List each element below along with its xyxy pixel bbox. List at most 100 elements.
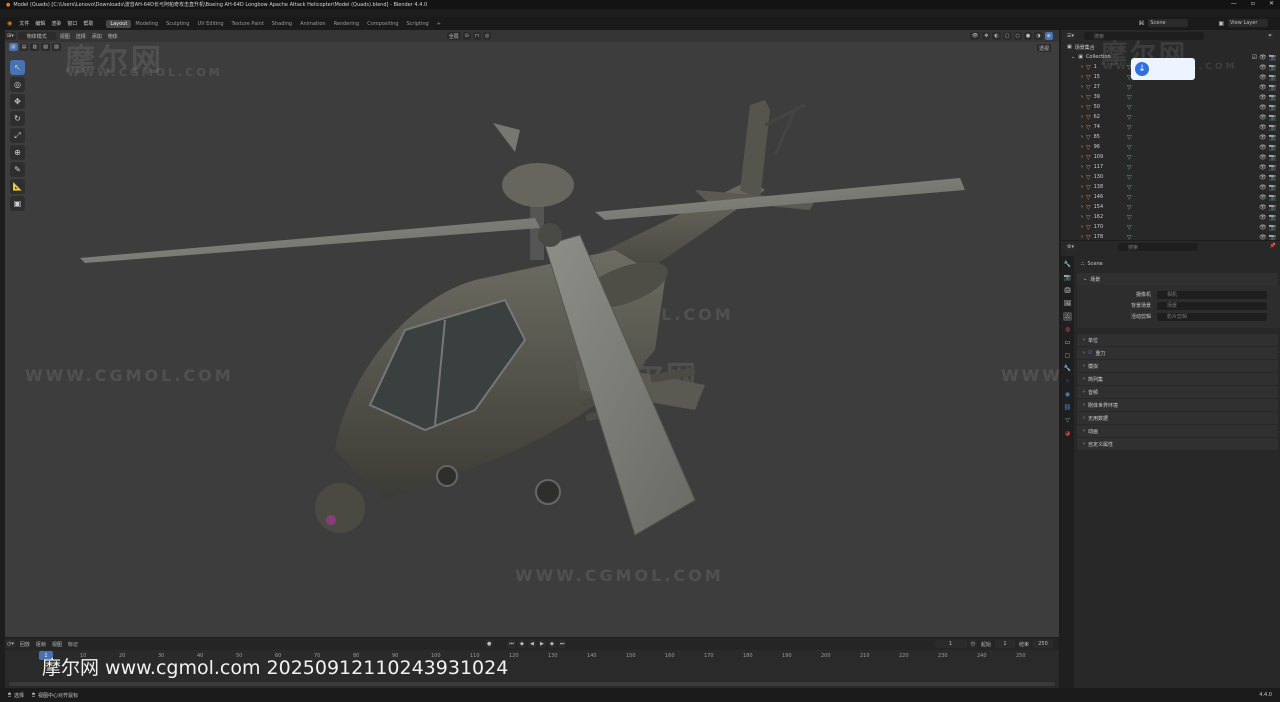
- download-icon[interactable]: ↓: [1135, 62, 1149, 76]
- chevron-right-icon[interactable]: ›: [1083, 363, 1085, 369]
- outliner-object-row[interactable]: › ▽ 138 ▽ 👁 📷: [1061, 182, 1280, 192]
- eye-icon[interactable]: 👁 📷: [1259, 224, 1276, 231]
- outliner-object-row[interactable]: › ▽ 154 ▽ 👁 📷: [1061, 202, 1280, 212]
- scene-tab-icon[interactable]: ⛬: [1063, 312, 1072, 321]
- measure-tool-icon[interactable]: 📐: [10, 179, 25, 194]
- annotate-tool-icon[interactable]: ✎: [10, 162, 25, 177]
- properties-search-input[interactable]: 搜索: [1118, 243, 1198, 251]
- pin-icon[interactable]: 📌: [1270, 243, 1276, 249]
- tab-shading[interactable]: Shading: [268, 20, 296, 28]
- property-section-header[interactable]: › ☑ 重力: [1077, 347, 1278, 359]
- particles-tab-icon[interactable]: ⁘: [1063, 377, 1072, 386]
- scale-tool-icon[interactable]: ⤢: [10, 128, 25, 143]
- outliner-object-row[interactable]: › ▽ 50 ▽ 👁 📷: [1061, 102, 1280, 112]
- chevron-right-icon[interactable]: ›: [1081, 64, 1083, 70]
- tab-animation[interactable]: Animation: [296, 20, 330, 28]
- menu-render[interactable]: 渲染: [48, 20, 64, 27]
- chevron-right-icon[interactable]: ›: [1081, 74, 1083, 80]
- menu-file[interactable]: 文件: [16, 20, 32, 27]
- property-section-header[interactable]: › 单位: [1077, 334, 1278, 346]
- chevron-right-icon[interactable]: ›: [1081, 164, 1083, 170]
- chevron-right-icon[interactable]: ›: [1081, 224, 1083, 230]
- eye-icon[interactable]: 👁 📷: [1259, 74, 1276, 81]
- eye-icon[interactable]: 👁 📷: [1259, 164, 1276, 171]
- menu-timeline-view[interactable]: 视图: [50, 640, 64, 648]
- prev-key-icon[interactable]: ◆: [517, 640, 526, 648]
- menu-edit[interactable]: 编辑: [32, 20, 48, 27]
- chevron-right-icon[interactable]: ›: [1083, 428, 1085, 434]
- tab-compositing[interactable]: Compositing: [363, 20, 402, 28]
- property-section-header[interactable]: › 简列集: [1077, 373, 1278, 385]
- background-scene-field[interactable]: 场景: [1157, 301, 1267, 310]
- chevron-right-icon[interactable]: ›: [1081, 114, 1083, 120]
- menu-playback[interactable]: 回放: [18, 640, 32, 648]
- select-tool-icon[interactable]: ↖: [10, 60, 25, 75]
- add-workspace-button[interactable]: +: [433, 20, 445, 28]
- chevron-right-icon[interactable]: ›: [1081, 84, 1083, 90]
- timeline-editor-icon[interactable]: ◷▾: [5, 640, 16, 648]
- property-section-header[interactable]: › 音频: [1077, 386, 1278, 398]
- current-frame-field[interactable]: 1: [934, 640, 967, 648]
- chevron-down-icon[interactable]: ⌄: [1083, 276, 1087, 282]
- render-tab-icon[interactable]: 📷: [1063, 273, 1072, 282]
- eye-icon[interactable]: 👁 📷: [1259, 234, 1276, 241]
- chevron-right-icon[interactable]: ›: [1081, 234, 1083, 240]
- output-tab-icon[interactable]: 🖨: [1063, 286, 1072, 295]
- modifier-tab-icon[interactable]: 🔧: [1063, 364, 1072, 373]
- outliner-object-row[interactable]: › ▽ 178 ▽ 👁 📷: [1061, 232, 1280, 241]
- menu-help[interactable]: 帮助: [80, 20, 96, 27]
- eye-icon[interactable]: 👁 📷: [1259, 194, 1276, 201]
- eye-icon[interactable]: 👁 📷: [1259, 174, 1276, 181]
- property-section-header[interactable]: › 动画: [1077, 425, 1278, 437]
- chevron-right-icon[interactable]: ›: [1081, 214, 1083, 220]
- transform-tool-icon[interactable]: ⊕: [10, 145, 25, 160]
- blender-menu-icon[interactable]: ◉: [7, 20, 12, 27]
- property-section-header[interactable]: › 自定义属性: [1077, 438, 1278, 450]
- eye-icon[interactable]: 👁 📷: [1259, 214, 1276, 221]
- maximize-icon[interactable]: ▫: [1251, 0, 1255, 9]
- eye-icon[interactable]: 👁 📷: [1259, 154, 1276, 161]
- checkbox-icon[interactable]: ☑: [1088, 350, 1092, 356]
- collection-tab-icon[interactable]: ▭: [1063, 338, 1072, 347]
- rotate-tool-icon[interactable]: ↻: [10, 111, 25, 126]
- tab-layout[interactable]: Layout: [106, 19, 132, 28]
- chevron-right-icon[interactable]: ›: [1081, 184, 1083, 190]
- start-frame-field[interactable]: 1: [994, 640, 1015, 648]
- filter-icon[interactable]: ⏷: [1265, 32, 1274, 40]
- properties-editor-icon[interactable]: ⚙▾: [1065, 243, 1076, 251]
- eye-icon[interactable]: 👁 📷: [1259, 184, 1276, 191]
- end-frame-field[interactable]: 250: [1033, 640, 1053, 648]
- play-icon[interactable]: ▶: [537, 640, 546, 648]
- eye-icon[interactable]: 👁 📷: [1259, 144, 1276, 151]
- constraints-tab-icon[interactable]: ⛓: [1063, 403, 1072, 412]
- chevron-right-icon[interactable]: ›: [1081, 194, 1083, 200]
- material-tab-icon[interactable]: ◕: [1063, 429, 1072, 438]
- tab-sculpting[interactable]: Sculpting: [162, 20, 193, 28]
- chevron-right-icon[interactable]: ›: [1081, 134, 1083, 140]
- physics-tab-icon[interactable]: ◉: [1063, 390, 1072, 399]
- cursor-tool-icon[interactable]: ◎: [10, 77, 25, 92]
- outliner-object-row[interactable]: › ▽ 85 ▽ 👁 📷: [1061, 132, 1280, 142]
- close-icon[interactable]: ✕: [1269, 0, 1274, 9]
- chevron-right-icon[interactable]: ›: [1083, 337, 1085, 343]
- jump-end-icon[interactable]: ⏭: [557, 640, 567, 648]
- chevron-right-icon[interactable]: ›: [1081, 154, 1083, 160]
- eye-icon[interactable]: 👁 📷: [1259, 104, 1276, 111]
- tool-tab-icon[interactable]: 🔧: [1063, 260, 1072, 269]
- outliner-object-row[interactable]: › ▽ 62 ▽ 👁 📷: [1061, 112, 1280, 122]
- eye-icon[interactable]: 👁 📷: [1259, 84, 1276, 91]
- minimize-icon[interactable]: —: [1231, 0, 1237, 9]
- outliner-object-row[interactable]: › ▽ 162 ▽ 👁 📷: [1061, 212, 1280, 222]
- eye-icon[interactable]: 👁 📷: [1259, 124, 1276, 131]
- chevron-right-icon[interactable]: ›: [1083, 402, 1085, 408]
- record-icon[interactable]: ●: [485, 640, 494, 648]
- view-layer-selector[interactable]: View Layer: [1228, 19, 1268, 27]
- property-section-header[interactable]: › 模拟: [1077, 360, 1278, 372]
- download-badge[interactable]: ↓: [1131, 58, 1195, 80]
- tab-modeling[interactable]: Modeling: [131, 20, 162, 28]
- scene-selector[interactable]: Scene: [1148, 19, 1189, 27]
- clock-icon[interactable]: ◷: [968, 640, 977, 648]
- outliner-editor-icon[interactable]: ☰▾: [1065, 32, 1076, 40]
- chevron-right-icon[interactable]: ›: [1083, 350, 1085, 356]
- tab-uv-editing[interactable]: UV Editing: [193, 20, 227, 28]
